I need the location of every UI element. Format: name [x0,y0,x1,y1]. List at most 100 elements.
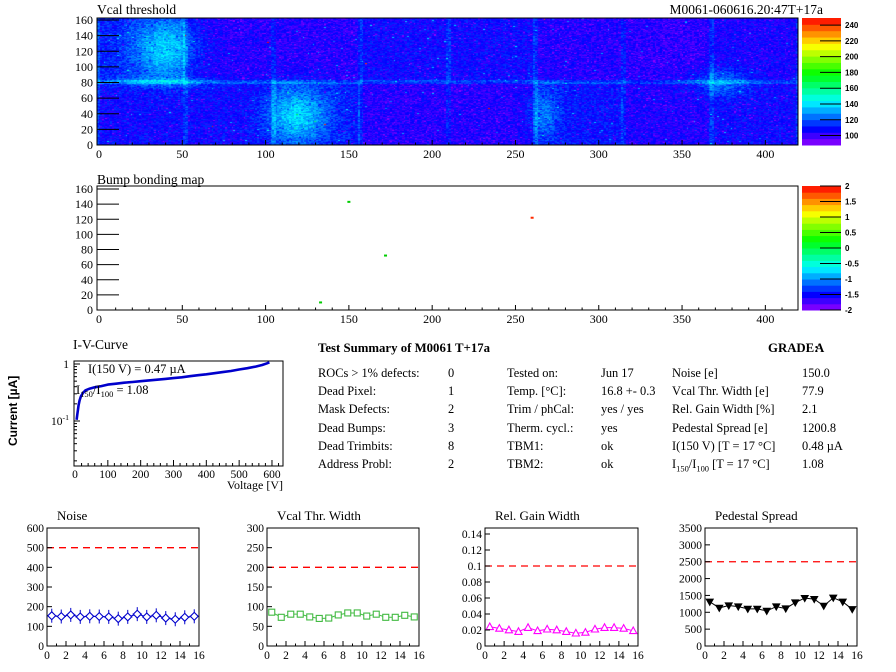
pedestal_spread-xtick-label: 16 [851,650,863,662]
vcal-map-cb-label: 200 [845,53,859,62]
noise-xtick-label: 0 [44,650,50,662]
vcal-map-xtick-label: 400 [756,147,774,161]
summary-value: 3 [448,420,455,435]
bump-map-colorband [802,223,841,230]
vcal_thr_width-marker [353,609,361,617]
noise-ytick-label: 500 [27,543,45,555]
bump-map-colorband [802,279,841,286]
pedestal_spread-marker [838,598,848,607]
bump-map-ytick-label: 80 [81,243,93,257]
vcal-map-ytick-label: 160 [75,13,93,27]
iv-xtick-label: 100 [99,469,117,481]
summary-label: Trim / phCal: [507,402,575,417]
summary-value: ok [601,438,614,453]
bump-map-xtick-label: 350 [673,312,691,326]
summary-value: 16.8 +- 0.3 [601,384,656,399]
rel_gain_width-xtick-label: 12 [594,650,606,662]
vcal-map-cb-label: 160 [845,84,859,93]
bump-map-colorband [802,192,841,199]
vcal-map-xtick-label: 350 [673,147,691,161]
summary-value: 1.08 [802,457,824,471]
vcal-map-xtick-label: 150 [340,147,358,161]
noise-ytick-label: 100 [27,621,45,633]
pedestal_spread-marker [819,602,829,611]
bump-map-colorband [802,297,841,305]
pedestal_spread-xtick-label: 4 [740,650,746,662]
vcal-map-cb-label: 140 [845,100,859,109]
bump-map-cb-label: 2 [845,182,850,191]
vcal-map-xtick-label: 200 [423,147,441,161]
pedestal_spread-marker [781,605,791,614]
bump-map-colorband [802,303,841,311]
plots-overlay: 0204060801001201401600 50 100 150 200 250 300 3… [6,13,863,662]
vcal_thr_width-xtick-label: 12 [375,650,387,662]
summary-row: Mask Defects: 2 Trim / phCal: yes / yes Rel.… [318,402,890,419]
bump-map-xtick-label: 300 [590,312,608,326]
vcal-map-ytick-label: 20 [81,122,93,136]
module-id-title: M0061-060616.20:47T+17a [669,2,823,17]
vcal-map-colorband [802,43,841,51]
summary-value: 77.9 [802,384,824,399]
bump-defect-point [384,254,388,257]
vcal_thr_width-xtick-label: 2 [283,650,289,662]
noise-plot: 01002003004005006000 2 4 6 8 10 12 14 16Noise [27,508,205,662]
rel_gain_width-marker [485,621,495,631]
vcal_thr_width-ytick-label: 150 [247,582,265,594]
vcal-map-colorbar: 100 120 140 160 180 200 220 240 [802,18,859,146]
vcal-map-cb-label: 100 [845,132,859,141]
noise-ytick-label: 600 [27,523,45,535]
rel_gain_width-xtick-label: 8 [559,650,565,662]
noise-xtick-label: 16 [193,650,205,662]
bump-map-ytick-label: 120 [75,212,93,226]
vcal_thr_width-frame [266,527,420,647]
pedestal_spread-marker [714,604,724,613]
pedestal_spread-xtick-label: 2 [721,650,727,662]
summary-row: Address Probl: 2 TBM2: ok I150/I100 [T = 17 … [318,457,890,474]
summary-value: 2 [448,457,455,471]
summary-row: ROCs > 1% defects: 0 Tested on: Jun 17 Noise… [318,366,890,383]
summary-label: Therm. cycl.: [507,420,574,435]
summary-value: 2.1 [802,402,818,417]
rel_gain_width-ytick-label: 0.12 [462,545,482,557]
noise-ytick-label: 300 [27,582,45,594]
pedestal_spread-marker [809,595,819,604]
summary-value: 0.48 µA [802,438,843,453]
bump-map-xtick-label: 0 [96,312,102,326]
summary-value: ok [601,457,614,471]
vcal_thr_width-ytick-label: 200 [247,562,265,574]
pedestal_spread-ytick-label: 3000 [679,540,702,552]
vcal_thr_width-marker [334,611,342,619]
rel_gain_width-ytick-label: 0.04 [462,609,482,621]
vcal_thr_width-marker [296,610,304,618]
vcal-map-cb-label: 180 [845,68,859,77]
bump-map-cb-label: 1.5 [845,198,857,207]
pedestal_spread-xtick-label: 8 [778,650,784,662]
vcal_thr_width-marker [325,614,333,622]
iv-xaxis-title: Voltage [V] [227,478,283,492]
vcal_thr_width-xtick-label: 0 [264,650,270,662]
vcal-map-ytick-label: 120 [75,44,93,58]
vcal-map-cb-label: 120 [845,116,859,125]
noise-xtick-label: 6 [101,650,107,662]
summary-label: Mask Defects: [318,402,390,417]
pedestal_spread-xtick-label: 0 [702,650,708,662]
vcal-map-ytick-label: 80 [81,76,93,90]
rel_gain_width-ytick-label: 0.1 [468,561,483,573]
rel_gain_width-xtick-label: 10 [575,650,587,662]
bump-map-ytick-label: 20 [81,288,93,302]
vcal-map-xtick-label: 100 [257,147,275,161]
bump-defect-point [319,301,323,304]
bump-map-colorband [802,248,841,255]
vcal-map-xtick-label: 0 [96,147,102,161]
vcal_thr_width-xtick-label: 10 [356,650,368,662]
summary-value: 8 [448,438,455,453]
vcal-map-colorband [802,125,841,133]
vcal_thr_width-xtick-label: 8 [340,650,346,662]
vcal_thr_width-xtick-label: 14 [394,650,406,662]
iv-ytick-label: 10-1 [51,413,69,428]
noise-marker [113,613,123,624]
vcal-map-colorband [802,49,841,57]
iv-xtick-label: 400 [198,469,216,481]
rel_gain_width-xtick-label: 0 [482,650,488,662]
bump-map-cb-label: 0 [845,244,850,253]
